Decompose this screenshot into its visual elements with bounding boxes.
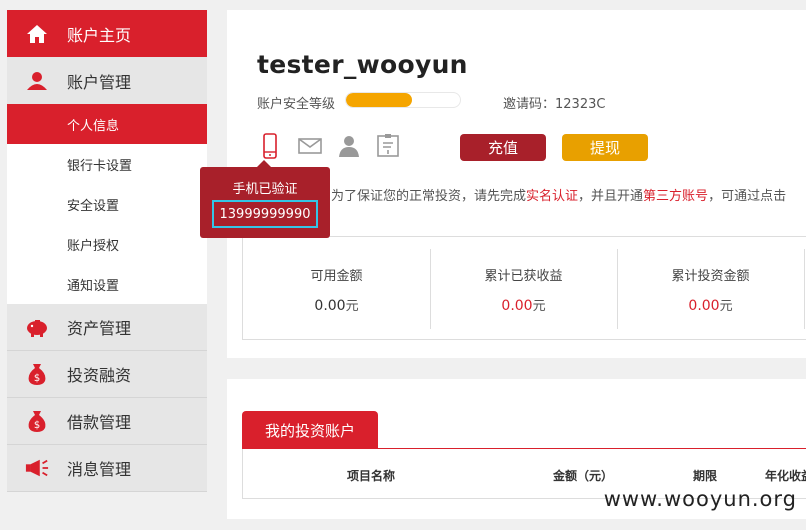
money-bag-icon: $	[25, 362, 49, 386]
email-icon[interactable]	[297, 133, 323, 159]
home-icon	[25, 22, 49, 46]
sidebar-item-bank-card[interactable]: 银行卡设置	[7, 144, 207, 184]
phone-icon[interactable]	[257, 133, 283, 159]
stat-label: 累计已获收益	[484, 269, 563, 284]
invite-code: 邀请码：12323C	[503, 97, 606, 112]
user-verify-icon[interactable]	[336, 133, 362, 159]
security-level-bar	[345, 92, 461, 108]
real-name-link[interactable]: 实名认证	[526, 189, 578, 204]
sidebar-item-label: 资产管理	[67, 319, 132, 338]
verified-phone-number: 13999999990	[212, 200, 318, 228]
withdraw-button[interactable]: 提现	[562, 134, 648, 161]
column-header: 年化收益	[765, 469, 806, 483]
user-icon	[25, 69, 49, 93]
sidebar-item-label: 安全设置	[67, 198, 120, 214]
account-stats: 可用金额 0.00元 累计已获收益 0.00元 累计投资金额 0.00元	[242, 236, 806, 340]
sidebar-item-messages[interactable]: 消息管理	[7, 445, 207, 492]
security-level-label: 账户安全等级	[257, 97, 336, 112]
stat-label: 累计投资金额	[671, 269, 750, 284]
stat-label: 可用金额	[310, 269, 363, 284]
column-header: 期限	[693, 469, 718, 483]
sidebar-item-investment[interactable]: $ 投资融资	[7, 351, 207, 398]
sidebar-item-label: 消息管理	[67, 460, 132, 479]
stat-value: 0.00元	[314, 298, 359, 314]
megaphone-icon	[25, 456, 49, 480]
svg-text:$: $	[34, 373, 40, 384]
sidebar-item-notifications[interactable]: 通知设置	[7, 264, 207, 304]
stat-available: 可用金额 0.00元	[243, 237, 430, 339]
recharge-button[interactable]: 充值	[460, 134, 546, 161]
sidebar: 账户主页 账户管理 个人信息 银行卡设置 安全设置 账户授权 通知设置 资产管理…	[7, 10, 207, 492]
stat-invested: 累计投资金额 0.00元	[617, 237, 804, 339]
sidebar-item-assets[interactable]: 资产管理	[7, 304, 207, 351]
sidebar-item-label: 账户主页	[67, 25, 132, 45]
divider	[617, 249, 618, 329]
sidebar-item-label: 借款管理	[67, 413, 132, 432]
sidebar-item-label: 银行卡设置	[67, 158, 133, 174]
stat-earned: 累计已获收益 0.00元	[430, 237, 617, 339]
divider	[430, 249, 431, 329]
verification-notice: 为了保证您的正常投资，请先完成实名认证，并且开通第三方账号，可通过点击	[331, 185, 786, 204]
sidebar-item-account-management[interactable]: 账户管理	[7, 57, 207, 104]
column-header: 项目名称	[347, 469, 396, 483]
notice-text: ，可通过点击	[708, 189, 787, 204]
security-level-fill	[346, 93, 413, 107]
sidebar-item-label: 账户管理	[67, 72, 132, 92]
sidebar-item-label: 投资融资	[67, 366, 132, 385]
svg-text:$: $	[34, 420, 40, 431]
tooltip-title: 手机已验证	[232, 182, 298, 197]
divider	[804, 249, 805, 329]
piggy-bank-icon	[25, 315, 49, 339]
notice-text: 为了保证您的正常投资，请先完成	[331, 189, 527, 204]
phone-verified-tooltip: 手机已验证 13999999990	[200, 160, 330, 238]
third-party-link[interactable]: 第三方账号	[643, 189, 708, 204]
sidebar-item-label: 通知设置	[67, 278, 120, 294]
notice-text: ，并且开通	[578, 189, 644, 204]
sidebar-item-loans[interactable]: $ 借款管理	[7, 398, 207, 445]
watermark: www.wooyun.org	[603, 487, 797, 511]
sidebar-item-authorization[interactable]: 账户授权	[7, 224, 207, 264]
sidebar-item-account-home[interactable]: 账户主页	[7, 10, 207, 57]
stat-value: 0.00元	[688, 298, 733, 314]
money-bag-icon: $	[25, 409, 49, 433]
column-header: 金额（元）	[553, 469, 614, 483]
username: tester_wooyun	[257, 50, 468, 79]
sidebar-item-label: 个人信息	[67, 118, 120, 134]
third-party-account-icon[interactable]	[375, 133, 401, 159]
tab-my-investment-account[interactable]: 我的投资账户	[242, 411, 378, 449]
sidebar-item-security[interactable]: 安全设置	[7, 184, 207, 224]
sidebar-item-personal-info[interactable]: 个人信息	[7, 104, 207, 144]
sidebar-item-label: 账户授权	[67, 238, 120, 254]
stat-value: 0.00元	[501, 298, 546, 314]
